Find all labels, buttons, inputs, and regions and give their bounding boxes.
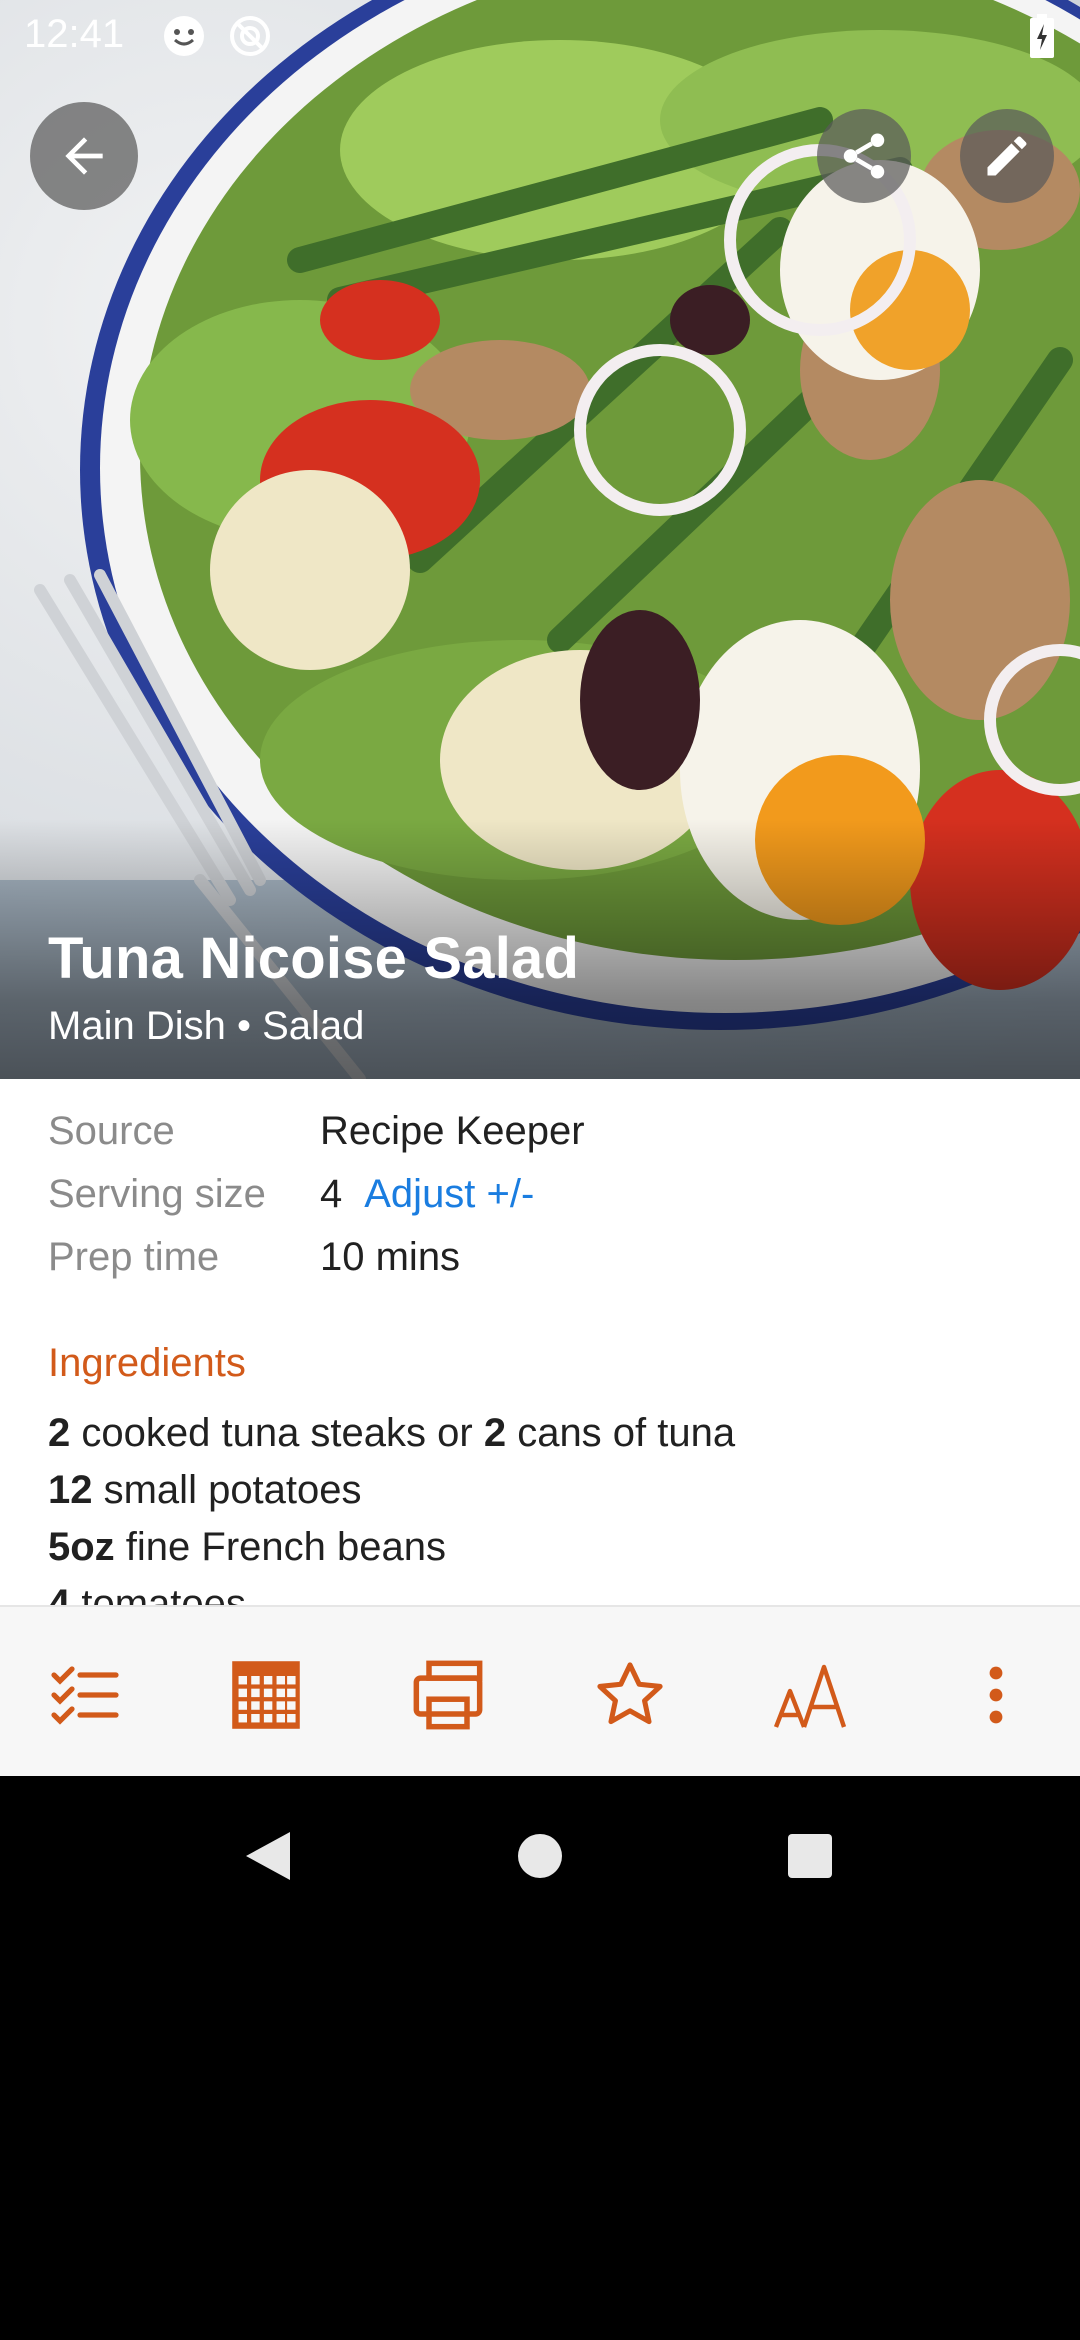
status-bar: 12:41	[0, 0, 1080, 72]
serving-size-value: 4	[320, 1172, 343, 1216]
nav-back-button[interactable]	[232, 1821, 302, 1891]
ingredient-text: fine French beans	[114, 1525, 446, 1569]
ingredient-text: cooked tuna steaks or	[70, 1411, 484, 1455]
system-navigation-bar	[0, 1776, 1080, 1926]
no-sync-icon	[230, 16, 270, 56]
status-time: 12:41	[24, 12, 125, 56]
bottom-toolbar	[0, 1605, 1080, 1776]
share-button[interactable]	[817, 109, 911, 203]
ingredient-quantity: 5oz	[48, 1525, 115, 1569]
text-size-icon	[773, 1664, 847, 1728]
nav-home-button[interactable]	[505, 1821, 575, 1891]
ingredient-text: tomatoes	[70, 1582, 246, 1606]
source-label: Source	[48, 1109, 175, 1153]
serving-size-row: 4 Adjust +/-	[320, 1172, 534, 1217]
recipe-details: Source Recipe Keeper Serving size 4 Adjus…	[0, 1079, 1080, 1606]
back-arrow-icon	[65, 137, 103, 175]
ingredient-item: 4 tomatoes	[48, 1576, 735, 1606]
ingredient-quantity: 4	[48, 1582, 71, 1606]
ingredients-heading: Ingredients	[48, 1341, 246, 1385]
face-icon	[164, 16, 204, 56]
nav-recents-icon	[788, 1834, 832, 1878]
ingredient-quantity: 2	[48, 1411, 71, 1455]
more-vert-icon	[989, 1666, 1003, 1724]
battery-charging-icon	[1030, 14, 1054, 58]
recipe-photo: Tuna Nicoise Salad Main Dish • Salad	[0, 0, 1080, 1079]
ingredient-item: 2 cooked tuna steaks or 2 cans of tuna	[48, 1405, 735, 1462]
favorite-button[interactable]	[590, 1655, 670, 1735]
meal-planner-button[interactable]	[226, 1655, 306, 1735]
checklist-button[interactable]	[44, 1655, 124, 1735]
star-icon	[597, 1662, 663, 1725]
checklist-icon	[51, 1666, 119, 1725]
ingredients-list: 2 cooked tuna steaks or 2 cans of tuna 1…	[48, 1405, 735, 1606]
share-icon	[843, 133, 885, 179]
text-size-button[interactable]	[772, 1655, 852, 1735]
adjust-servings-link[interactable]: Adjust +/-	[364, 1172, 534, 1216]
prep-time-label: Prep time	[48, 1235, 220, 1279]
ingredient-quantity: 12	[48, 1468, 93, 1512]
prep-time-value: 10 mins	[320, 1235, 461, 1279]
serving-size-label: Serving size	[48, 1172, 266, 1216]
ingredient-text: small potatoes	[92, 1468, 362, 1512]
nav-home-icon	[518, 1834, 562, 1878]
more-options-button[interactable]	[956, 1655, 1036, 1735]
nav-back-icon	[246, 1832, 290, 1880]
print-button[interactable]	[408, 1655, 488, 1735]
source-value: Recipe Keeper	[320, 1109, 585, 1153]
ingredient-item: 12 small potatoes	[48, 1462, 735, 1519]
edit-pencil-icon	[987, 136, 1027, 176]
ingredient-quantity: 2	[483, 1411, 507, 1455]
nav-recents-button[interactable]	[775, 1821, 845, 1891]
edit-button[interactable]	[960, 109, 1054, 203]
print-icon	[413, 1660, 483, 1730]
recipe-categories: Main Dish • Salad	[48, 1004, 365, 1048]
ingredient-item: 5oz fine French beans	[48, 1519, 735, 1576]
recipe-title: Tuna Nicoise Salad	[48, 926, 580, 991]
calendar-icon	[232, 1661, 300, 1729]
back-button[interactable]	[30, 102, 138, 210]
ingredient-text: cans of tuna	[506, 1411, 736, 1455]
